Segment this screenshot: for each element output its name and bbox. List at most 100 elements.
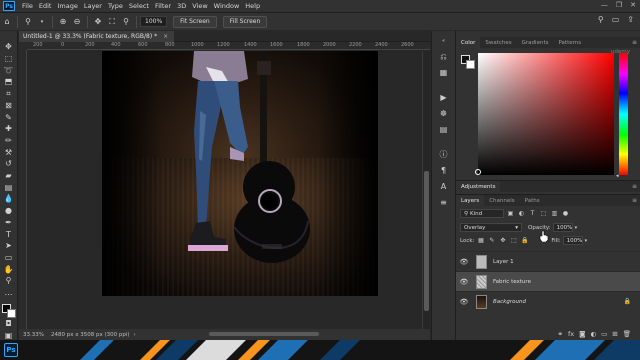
object-select-tool-icon[interactable]: ⬒ bbox=[3, 78, 15, 87]
vertical-ruler[interactable] bbox=[19, 50, 27, 330]
eyedropper-tool-icon[interactable]: ✎ bbox=[3, 113, 15, 122]
zoom-tool-icon[interactable]: ⚲ bbox=[3, 277, 15, 286]
blur-tool-icon[interactable]: 💧 bbox=[3, 195, 15, 204]
smart-object-filter-icon[interactable]: ▥ bbox=[550, 209, 559, 218]
background-color-swatch[interactable] bbox=[6, 309, 16, 319]
adjustment-filter-icon[interactable]: ◐ bbox=[517, 209, 526, 218]
tab-adjustments[interactable]: Adjustments bbox=[456, 181, 501, 192]
history-icon[interactable]: ⎌ bbox=[436, 51, 452, 62]
type-filter-icon[interactable]: T bbox=[528, 209, 537, 218]
new-layer-icon[interactable]: ⊞ bbox=[612, 330, 617, 338]
menu-file[interactable]: File bbox=[19, 2, 36, 10]
document-tab[interactable]: Untitled-1 @ 33.3% (Fabric texture, RGB/… bbox=[19, 31, 175, 42]
horizontal-ruler[interactable]: 200 0 200 400 600 800 1000 1200 1400 160… bbox=[27, 42, 430, 50]
menu-window[interactable]: Window bbox=[211, 2, 243, 10]
fit-screen-button[interactable]: Fit Screen bbox=[173, 15, 217, 28]
chevron-down-icon[interactable]: ▾ bbox=[585, 238, 588, 244]
blend-mode-select[interactable]: Overlay ▾ bbox=[460, 223, 522, 232]
tab-patterns[interactable]: Patterns bbox=[553, 37, 586, 48]
tab-paths[interactable]: Paths bbox=[520, 195, 545, 206]
add-mask-icon[interactable]: ◙ bbox=[579, 330, 585, 338]
workspace-icon[interactable]: ▭ bbox=[612, 15, 620, 24]
maximize-button[interactable]: ❐ bbox=[616, 1, 622, 9]
visibility-eye-icon[interactable]: 👁 bbox=[459, 258, 469, 266]
close-icon[interactable]: × bbox=[163, 33, 168, 40]
minimize-button[interactable]: — bbox=[601, 1, 608, 9]
visibility-eye-icon[interactable]: 👁 bbox=[459, 298, 469, 306]
properties-icon[interactable]: ☸ bbox=[436, 108, 452, 119]
home-icon[interactable]: ⌂ bbox=[0, 15, 14, 29]
history-brush-tool-icon[interactable]: ↺ bbox=[3, 160, 15, 169]
tab-layers[interactable]: Layers bbox=[456, 195, 485, 206]
zoom-tool-icon[interactable]: ⚲ bbox=[21, 15, 35, 29]
path-selection-tool-icon[interactable]: ➤ bbox=[3, 242, 15, 251]
paragraph-icon[interactable]: ≡ bbox=[436, 197, 452, 208]
shape-filter-icon[interactable]: ⬚ bbox=[539, 209, 548, 218]
scrubby-zoom-icon[interactable]: ⚲ bbox=[119, 15, 133, 29]
eraser-tool-icon[interactable]: ▰ bbox=[3, 172, 15, 181]
screen-mode-icon[interactable]: ▣ bbox=[3, 331, 15, 340]
quick-mask-icon[interactable]: ◘ bbox=[3, 320, 15, 329]
layer-name[interactable]: Layer 1 bbox=[493, 259, 514, 265]
adjustments-panel-header[interactable]: Adjustments ≡ bbox=[456, 180, 640, 192]
brush-settings-icon[interactable]: ▦ bbox=[436, 67, 452, 78]
hue-slider[interactable] bbox=[619, 53, 628, 175]
panel-menu-icon[interactable]: ≡ bbox=[632, 183, 637, 190]
color-swatches[interactable] bbox=[1, 304, 16, 319]
menu-type[interactable]: Type bbox=[105, 2, 126, 10]
tab-channels[interactable]: Channels bbox=[484, 195, 519, 206]
delete-layer-icon[interactable]: 🗑 bbox=[623, 330, 631, 338]
search-icon[interactable]: ⚲ bbox=[598, 15, 604, 24]
lock-pixels-icon[interactable]: ✎ bbox=[487, 236, 496, 245]
crop-tool-icon[interactable]: ⌗ bbox=[3, 90, 15, 99]
glyphs-icon[interactable]: ¶ bbox=[436, 165, 452, 176]
resize-windows-icon[interactable]: ✥ bbox=[91, 15, 105, 29]
visibility-eye-icon[interactable]: 👁 bbox=[459, 278, 469, 286]
layer-thumbnail[interactable] bbox=[476, 294, 487, 309]
dodge-tool-icon[interactable]: ● bbox=[3, 207, 15, 216]
collapse-arrows-icon[interactable]: « bbox=[436, 35, 452, 46]
layer-row[interactable]: 👁 Background 🔒 bbox=[456, 291, 640, 311]
zoom-in-icon[interactable]: ⊕ bbox=[56, 15, 70, 29]
layer-name[interactable]: Background bbox=[493, 299, 526, 305]
kind-filter-select[interactable]: ⚲ Kind bbox=[460, 209, 504, 218]
info-icon[interactable]: ⓘ bbox=[436, 149, 452, 160]
color-panel-swatches[interactable] bbox=[461, 55, 475, 69]
menu-3d[interactable]: 3D bbox=[174, 2, 189, 10]
background-color-chip[interactable] bbox=[466, 60, 475, 69]
fill-field[interactable]: 100% bbox=[562, 236, 583, 245]
horizontal-scroll-thumb[interactable] bbox=[209, 332, 319, 336]
lasso-tool-icon[interactable]: ➰ bbox=[3, 66, 15, 75]
brush-tool-icon[interactable]: ✏ bbox=[3, 137, 15, 146]
layer-style-icon[interactable]: fx bbox=[568, 330, 574, 338]
layer-thumbnail[interactable] bbox=[476, 254, 487, 269]
adjustment-layer-icon[interactable]: ◐ bbox=[590, 330, 596, 338]
new-group-icon[interactable]: ▭ bbox=[601, 330, 607, 338]
layer-row[interactable]: 👁 Layer 1 bbox=[456, 251, 640, 271]
lock-transparency-icon[interactable]: ▦ bbox=[476, 236, 485, 245]
layer-row-selected[interactable]: 👁 Fabric texture bbox=[456, 271, 640, 291]
menu-select[interactable]: Select bbox=[126, 2, 152, 10]
menu-image[interactable]: Image bbox=[54, 2, 80, 10]
lock-artboard-icon[interactable]: ⬚ bbox=[509, 236, 518, 245]
fill-screen-button[interactable]: Fill Screen bbox=[222, 15, 268, 28]
photoshop-taskbar-icon[interactable]: Ps bbox=[4, 343, 18, 357]
zoom-all-icon[interactable]: ⛶ bbox=[105, 15, 119, 29]
hand-tool-icon[interactable]: ✋ bbox=[3, 265, 15, 274]
canvas-workspace[interactable] bbox=[27, 51, 422, 329]
panel-menu-icon[interactable]: ≡ bbox=[632, 197, 637, 204]
tab-swatches[interactable]: Swatches bbox=[480, 37, 516, 48]
libraries-icon[interactable]: ▤ bbox=[436, 124, 452, 135]
status-zoom[interactable]: 33.33% bbox=[19, 332, 45, 338]
clone-stamp-tool-icon[interactable]: ⚒ bbox=[3, 148, 15, 157]
gradient-tool-icon[interactable]: ▤ bbox=[3, 183, 15, 192]
document-canvas[interactable] bbox=[102, 51, 378, 296]
chevron-down-icon[interactable]: ▾ bbox=[575, 225, 578, 231]
zoom-out-icon[interactable]: ⊖ bbox=[70, 15, 84, 29]
pen-tool-icon[interactable]: ✒ bbox=[3, 219, 15, 228]
chevron-right-icon[interactable]: › bbox=[134, 332, 136, 338]
opacity-field[interactable]: 100% bbox=[552, 223, 573, 232]
vertical-scrollbar[interactable] bbox=[422, 51, 430, 329]
menu-view[interactable]: View bbox=[189, 2, 210, 10]
menu-filter[interactable]: Filter bbox=[152, 2, 174, 10]
